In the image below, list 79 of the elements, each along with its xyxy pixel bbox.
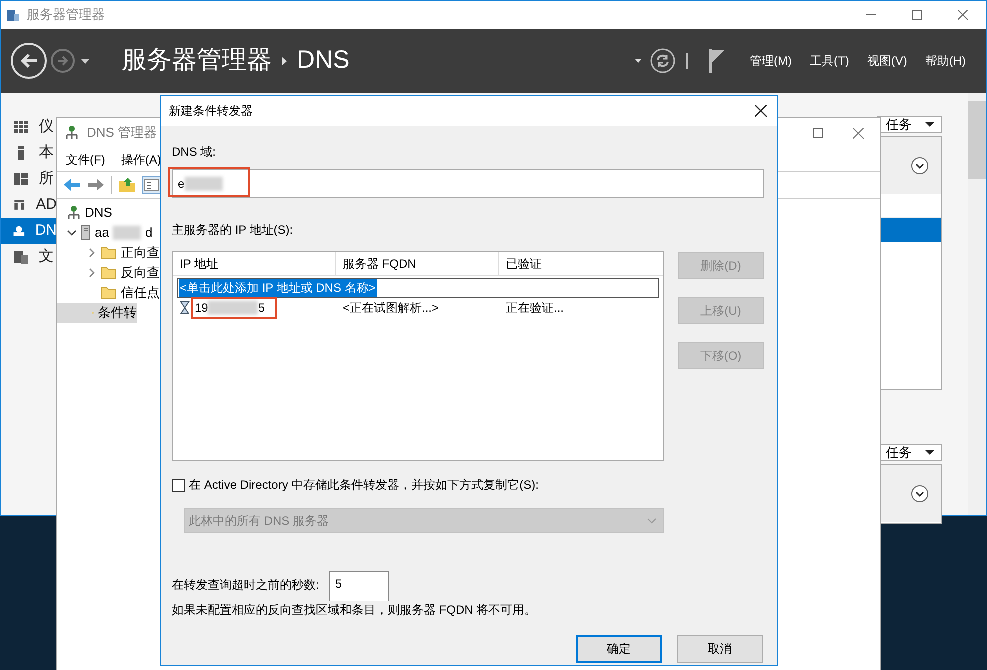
server-role-icon — [13, 197, 26, 213]
tasks-dropdown[interactable]: 任务 — [877, 116, 942, 133]
refresh-icon[interactable] — [650, 48, 676, 74]
flag-icon[interactable] — [708, 49, 726, 73]
forward-button[interactable] — [51, 49, 75, 73]
scrollbar[interactable] — [968, 93, 986, 515]
redaction-blur — [113, 226, 142, 240]
sidebar-item[interactable]: DN — [1, 218, 57, 244]
tree-item[interactable]: DNS — [85, 203, 112, 223]
timeout-field[interactable]: 5 — [329, 571, 390, 601]
table-cell-text: <正在试图解析...> — [342, 300, 440, 317]
field-label: 在转发查询超时之前的秒数: — [172, 577, 320, 594]
tree-item[interactable]: aa — [95, 223, 110, 243]
menu-item[interactable]: 工具(T) — [810, 52, 850, 70]
menu-item[interactable]: 视图(V) — [867, 52, 908, 70]
sidebar-item[interactable]: 文 — [1, 244, 57, 270]
expand-chevron-icon[interactable] — [911, 156, 929, 174]
maximize-icon[interactable] — [813, 128, 823, 138]
tree-item[interactable]: 正向查 — [121, 243, 160, 263]
close-icon — [958, 10, 968, 20]
tile-row[interactable] — [878, 218, 941, 242]
breadcrumb-arrow-icon — [282, 56, 287, 66]
dropdown-arrow-icon — [925, 122, 935, 127]
hourglass-icon — [180, 301, 190, 315]
back-button[interactable] — [11, 43, 47, 79]
app-icon — [5, 7, 21, 23]
tree-item[interactable]: d — [145, 223, 153, 243]
forward-arrow-icon — [57, 56, 69, 66]
server-role-icon — [13, 119, 29, 135]
breadcrumb-root: 服务器管理器 — [122, 45, 272, 76]
checkbox[interactable] — [172, 478, 185, 492]
table-cell-text: 正在验证... — [505, 300, 564, 317]
field-label: 主服务器的 IP 地址(S): — [172, 222, 294, 239]
window-title: 服务器管理器 — [27, 6, 105, 24]
redaction-blur — [184, 176, 223, 190]
server-role-icon — [13, 171, 29, 187]
input-field[interactable]: e — [172, 169, 764, 198]
folder-up-icon[interactable] — [118, 177, 136, 193]
network-icon — [65, 125, 79, 141]
dialog-title: 新建条件转发器 — [169, 103, 253, 120]
column-header[interactable]: 服务器 FQDN — [336, 252, 499, 275]
chevron-down-icon[interactable] — [67, 229, 77, 237]
column-header[interactable]: 已验证 — [499, 252, 663, 275]
menu-item[interactable]: 帮助(H) — [925, 52, 966, 70]
expand-chevron-icon[interactable] — [911, 484, 929, 502]
tree-item[interactable]: 信任点 — [121, 283, 160, 303]
sidebar-item[interactable]: 本 — [1, 140, 57, 166]
back-arrow-icon — [20, 53, 38, 69]
breadcrumb-current: DNS — [297, 45, 350, 76]
server-icon — [81, 225, 91, 241]
add-entry-row[interactable]: <单击此处添加 IP 地址或 DNS 名称> — [179, 279, 377, 297]
redaction-blur — [208, 301, 258, 315]
sidebar-item[interactable]: AD — [1, 192, 57, 218]
back-arrow-icon[interactable] — [63, 178, 81, 192]
close-icon[interactable] — [755, 105, 767, 117]
minimize-icon — [866, 14, 876, 16]
sidebar-item[interactable]: 所 — [1, 166, 57, 192]
column-header[interactable]: IP 地址 — [173, 252, 336, 275]
field-label: DNS 域: — [172, 144, 218, 161]
menu-item[interactable]: 管理(M) — [750, 52, 792, 70]
table-cell-text: 5 — [258, 300, 266, 317]
tree-item[interactable]: 反向查 — [121, 263, 160, 283]
checkbox-label: 在 Active Directory 中存储此条件转发器，并按如下方式复制它(S): — [189, 477, 540, 494]
dropdown-arrow-icon[interactable] — [81, 58, 90, 64]
network-icon — [67, 205, 81, 221]
sidebar-item[interactable]: 仪 — [1, 114, 57, 140]
menu-item[interactable]: 文件(F) — [66, 150, 106, 168]
info-text: 如果未配置相应的反向查找区域和条目，则服务器 FQDN 将不可用。 — [172, 602, 538, 619]
chevron-down-icon — [647, 518, 657, 524]
maximize-icon — [912, 10, 922, 20]
server-role-icon — [13, 249, 29, 265]
dialog-button[interactable]: 确定 — [576, 635, 662, 663]
dropdown-arrow-icon — [925, 450, 935, 455]
console-tree-icon[interactable] — [142, 176, 162, 194]
table-cell-text: 19 — [195, 300, 208, 317]
forward-arrow-icon[interactable] — [87, 178, 105, 192]
window-title: DNS 管理器 — [87, 124, 158, 142]
dialog-button[interactable]: 取消 — [677, 635, 763, 663]
dropdown-arrow-icon[interactable] — [635, 59, 642, 63]
